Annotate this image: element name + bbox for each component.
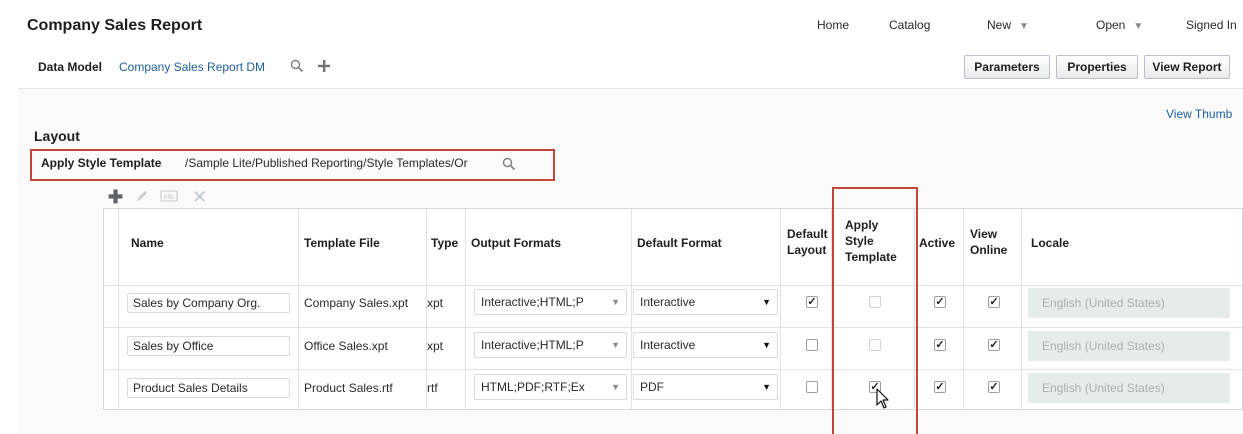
apply-style-template-label: Apply Style Template (41, 156, 162, 170)
active-checkbox[interactable]: ✓ (934, 381, 946, 393)
header-type: Type (431, 236, 459, 250)
svg-text:XSL: XSL (163, 195, 175, 201)
header-default-layout-line1: Default (787, 227, 828, 241)
header-view-online: View Online (970, 226, 1007, 258)
header-default-layout: Default Layout (787, 226, 828, 258)
data-model-link[interactable]: Company Sales Report DM (119, 60, 265, 74)
nav-open-label: Open (1096, 18, 1126, 32)
search-icon[interactable] (502, 157, 516, 171)
locale-field[interactable]: English (United States) (1028, 288, 1230, 318)
row-name-input[interactable]: Sales by Office (127, 336, 290, 356)
row-template-file[interactable]: Product Sales.rtf (304, 381, 393, 395)
header-output-formats: Output Formats (471, 236, 561, 250)
delete-icon[interactable]: ✕ (192, 188, 207, 206)
locale-field[interactable]: English (United States) (1028, 331, 1230, 361)
nav-new-label: New (987, 18, 1012, 32)
default-layout-checkbox[interactable] (806, 339, 818, 351)
default-format-select[interactable]: Interactive ▼ (633, 289, 778, 315)
row-name-input[interactable]: Sales by Company Org. (127, 293, 290, 313)
output-formats-value: Interactive;HTML;P (481, 338, 584, 352)
header-view-online-line2: Online (970, 243, 1008, 257)
header-locale: Locale (1031, 236, 1070, 250)
properties-button[interactable]: Properties (1056, 55, 1138, 79)
view-report-button[interactable]: View Report (1144, 55, 1230, 79)
highlight-box (832, 187, 918, 434)
top-bar: Company Sales Report Home Catalog New ▼ O… (0, 0, 1243, 44)
row-type: rtf (427, 381, 438, 395)
header-default-layout-line2: Layout (787, 243, 827, 257)
layout-heading: Layout (34, 128, 80, 144)
active-checkbox[interactable]: ✓ (934, 296, 946, 308)
default-format-select[interactable]: PDF ▼ (633, 374, 778, 400)
chevron-down-icon: ▼ (762, 297, 771, 307)
chevron-down-icon: ▼ (1133, 21, 1144, 32)
default-format-value: Interactive (640, 338, 696, 352)
locale-field[interactable]: English (United States) (1028, 373, 1230, 403)
data-model-bar: Data Model Company Sales Report DM Param… (0, 44, 1243, 88)
output-formats-value: Interactive;HTML;P (481, 295, 584, 309)
add-icon[interactable] (317, 59, 331, 73)
view-online-checkbox[interactable]: ✓ (988, 339, 1000, 351)
row-template-file[interactable]: Company Sales.xpt (304, 296, 408, 310)
view-online-checkbox[interactable]: ✓ (988, 381, 1000, 393)
row-type: xpt (427, 296, 444, 310)
style-template-path[interactable]: /Sample Lite/Published Reporting/Style T… (185, 156, 468, 170)
header-view-online-line1: View (970, 227, 998, 241)
chevron-down-icon: ▼ (762, 382, 771, 392)
page-title: Company Sales Report (27, 17, 203, 34)
nav-new[interactable]: New ▼ (987, 18, 1029, 32)
active-checkbox[interactable]: ✓ (934, 339, 946, 351)
xpt-icon[interactable]: XSL (160, 188, 178, 206)
data-model-label: Data Model (38, 60, 103, 74)
chevron-down-icon: ▼ (611, 340, 620, 350)
default-layout-checkbox[interactable] (806, 381, 818, 393)
default-format-value: Interactive (640, 295, 696, 309)
view-thumbnails-link[interactable]: View Thumb (1166, 107, 1232, 121)
header-template-file: Template File (304, 236, 380, 250)
default-format-value: PDF (640, 380, 664, 394)
output-formats-select[interactable]: Interactive;HTML;P ▼ (474, 332, 627, 358)
chevron-down-icon: ▼ (611, 297, 620, 307)
header-name: Name (131, 236, 164, 250)
nav-home[interactable]: Home (817, 18, 849, 32)
add-icon[interactable]: ✚ (108, 188, 123, 206)
output-formats-value: HTML;PDF;RTF;Ex (481, 380, 585, 394)
nav-catalog[interactable]: Catalog (889, 18, 930, 32)
header-active: Active (919, 236, 956, 250)
chevron-down-icon: ▼ (1019, 21, 1029, 32)
search-icon[interactable] (290, 59, 304, 73)
chevron-down-icon: ▼ (762, 340, 771, 350)
nav-open[interactable]: Open ▼ (1096, 18, 1143, 32)
output-formats-select[interactable]: Interactive;HTML;P ▼ (474, 289, 627, 315)
view-online-checkbox[interactable]: ✓ (988, 296, 1000, 308)
output-formats-select[interactable]: HTML;PDF;RTF;Ex ▼ (474, 374, 627, 400)
parameters-button[interactable]: Parameters (964, 55, 1050, 79)
row-name-input[interactable]: Product Sales Details (127, 378, 290, 398)
default-layout-checkbox[interactable]: ✓ (806, 296, 818, 308)
chevron-down-icon: ▼ (611, 382, 620, 392)
default-format-select[interactable]: Interactive ▼ (633, 332, 778, 358)
row-type: xpt (427, 339, 444, 353)
row-template-file[interactable]: Office Sales.xpt (304, 339, 388, 353)
header-default-format: Default Format (637, 236, 722, 250)
nav-signed-in[interactable]: Signed In (1186, 18, 1243, 32)
mouse-pointer-icon (876, 388, 890, 413)
edit-icon[interactable] (134, 188, 150, 207)
